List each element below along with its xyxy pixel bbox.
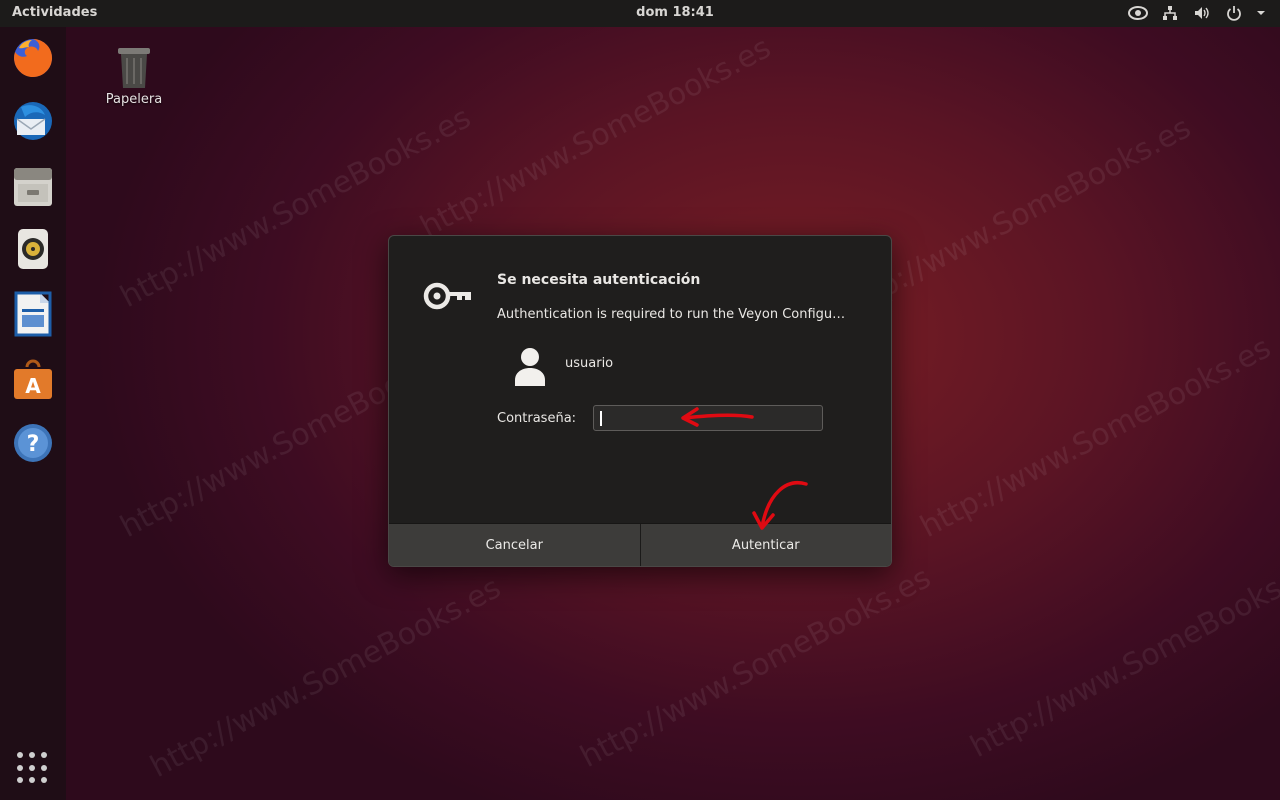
thunderbird-icon[interactable] [9, 97, 57, 145]
key-icon [423, 282, 471, 310]
cancel-button[interactable]: Cancelar [389, 524, 640, 566]
top-bar: Actividades dom 18:41 [0, 0, 1280, 27]
rhythmbox-icon[interactable] [9, 225, 57, 273]
system-tray[interactable] [1128, 3, 1266, 23]
software-icon[interactable]: A [9, 355, 57, 403]
dialog-buttons: Cancelar Autenticar [389, 523, 891, 566]
dialog-message: Authentication is required to run the Ve… [497, 307, 846, 322]
eye-icon[interactable] [1128, 3, 1148, 23]
watermark: http://www.SomeBooks.es [964, 550, 1280, 765]
files-icon[interactable] [9, 162, 57, 210]
clock[interactable]: dom 18:41 [0, 5, 1280, 20]
trash-label: Papelera [105, 92, 163, 107]
svg-text:A: A [25, 374, 41, 398]
network-icon[interactable] [1160, 3, 1180, 23]
volume-icon[interactable] [1192, 3, 1212, 23]
authentication-dialog: Se necesita autenticación Authentication… [388, 235, 892, 567]
text-caret [600, 411, 602, 426]
authenticate-button[interactable]: Autenticar [639, 524, 891, 566]
dialog-title: Se necesita autenticación [497, 272, 701, 288]
user-name: usuario [565, 356, 614, 371]
watermark: http://www.SomeBooks.es [914, 330, 1277, 545]
watermark: http://www.SomeBooks.es [144, 570, 507, 785]
watermark: http://www.SomeBooks.es [414, 30, 777, 245]
password-label: Contraseña: [497, 411, 577, 426]
svg-text:?: ? [27, 432, 40, 457]
firefox-icon[interactable] [9, 34, 57, 82]
chevron-down-icon[interactable] [1256, 3, 1266, 23]
password-input[interactable] [593, 405, 823, 431]
power-icon[interactable] [1224, 3, 1244, 23]
dock: A ? [0, 27, 66, 800]
watermark: http://www.SomeBooks.es [574, 560, 937, 775]
desktop-trash[interactable]: Papelera [96, 44, 172, 107]
writer-icon[interactable] [9, 290, 57, 338]
user-avatar-icon [515, 348, 545, 386]
apps-grid-icon[interactable] [17, 752, 49, 784]
help-icon[interactable]: ? [9, 419, 57, 467]
trash-icon [118, 48, 150, 88]
